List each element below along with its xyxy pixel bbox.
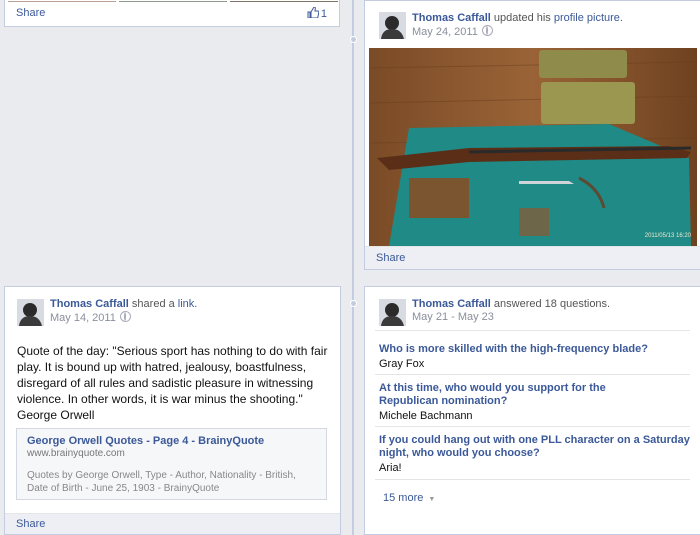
answer-text: Aria! (379, 462, 402, 474)
post-date-text: May 21 - May 23 (412, 311, 494, 323)
chevron-down-icon: ▼ (428, 496, 436, 503)
question-link[interactable]: If you could hang out with one PLL chara… (379, 434, 694, 460)
question-item: If you could hang out with one PLL chara… (379, 434, 694, 474)
divider (375, 426, 690, 427)
profile-photo[interactable]: 2011/05/13 16:20 (369, 48, 697, 246)
shared-link-post: Thomas Caffall shared a link. May 14, 20… (4, 286, 341, 535)
post-date[interactable]: May 21 - May 23 (412, 311, 494, 323)
preview-title[interactable]: George Orwell Quotes - Page 4 - BrainyQu… (27, 435, 264, 447)
link-link[interactable]: link. (178, 298, 198, 310)
author-link[interactable]: Thomas Caffall (412, 12, 491, 24)
globe-icon (481, 25, 493, 36)
timeline-dot (350, 36, 357, 43)
card-footer: Share 1 (5, 2, 339, 26)
preview-description: Quotes by George Orwell, Type - Author, … (27, 470, 296, 494)
photo-timestamp: 2011/05/13 16:20 (644, 233, 691, 239)
status-text: Quote of the day: "Serious sport has not… (17, 344, 328, 422)
share-link[interactable]: Share (16, 7, 45, 19)
globe-icon (119, 311, 131, 322)
profile-picture-post: Thomas Caffall updated his profile pictu… (364, 0, 700, 270)
timeline-spine (352, 0, 354, 535)
answer-text: Gray Fox (379, 358, 425, 370)
question-link[interactable]: At this time, who would you support for … (379, 382, 659, 408)
post-date[interactable]: May 14, 2011 (50, 311, 131, 324)
divider (375, 479, 690, 480)
thumbs-up-icon (307, 6, 320, 19)
post-date[interactable]: May 24, 2011 (412, 25, 493, 38)
avatar[interactable] (379, 299, 406, 326)
action-text: shared a (131, 298, 175, 310)
post-header: Thomas Caffall shared a link. (50, 298, 197, 310)
author-link[interactable]: Thomas Caffall (412, 298, 491, 310)
more-label: 15 more (383, 492, 424, 504)
action-text: updated his (493, 12, 551, 24)
answer-text: Michele Bachmann (379, 410, 473, 422)
answered-questions-post: Thomas Caffall answered 18 questions. Ma… (364, 286, 700, 535)
avatar[interactable] (17, 299, 44, 326)
post-header: Thomas Caffall updated his profile pictu… (412, 12, 623, 24)
question-link[interactable]: Who is more skilled with the high-freque… (379, 343, 699, 356)
post-date-text: May 14, 2011 (50, 312, 116, 324)
link-preview[interactable]: George Orwell Quotes - Page 4 - BrainyQu… (16, 428, 327, 500)
post-date-text: May 24, 2011 (412, 26, 478, 38)
post-header: Thomas Caffall answered 18 questions. (412, 298, 610, 310)
timeline-dot (350, 300, 357, 307)
preview-domain: www.brainyquote.com (27, 448, 125, 459)
question-item: Who is more skilled with the high-freque… (379, 343, 699, 370)
avatar[interactable] (379, 12, 406, 39)
divider (375, 330, 690, 331)
share-link[interactable]: Share (376, 252, 405, 264)
share-link[interactable]: Share (16, 518, 45, 530)
card-footer: Share (5, 513, 340, 534)
more-questions-link[interactable]: 15 more ▼ (383, 492, 435, 504)
author-link[interactable]: Thomas Caffall (50, 298, 129, 310)
question-item: At this time, who would you support for … (379, 382, 659, 422)
partial-post-card: Share 1 (4, 0, 340, 27)
like-count[interactable]: 1 (307, 6, 327, 20)
divider (375, 374, 690, 375)
profile-picture-link[interactable]: profile picture. (554, 12, 623, 24)
action-text: answered 18 questions. (493, 298, 611, 310)
card-footer: Share (365, 246, 700, 269)
like-count-number: 1 (320, 8, 327, 20)
